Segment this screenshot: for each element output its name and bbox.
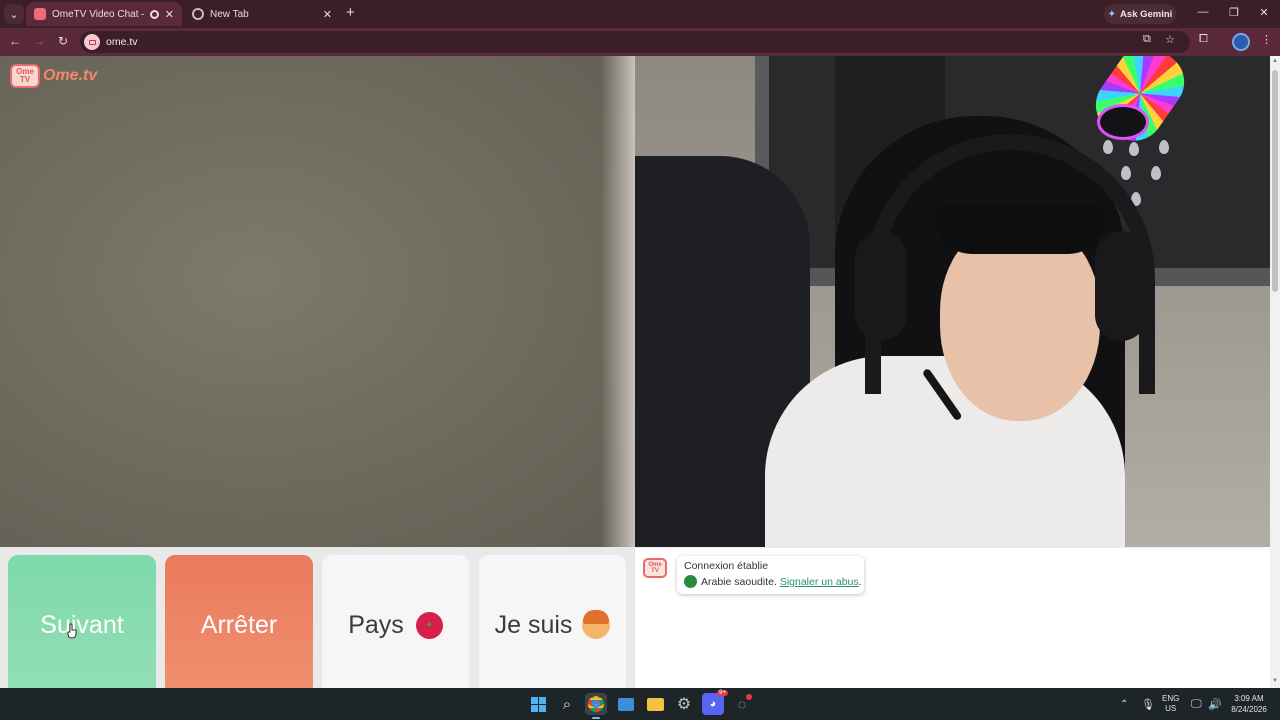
scroll-down-icon[interactable]: ▼ <box>1271 678 1279 684</box>
extensions-icon[interactable]: ⧠ <box>1199 33 1208 46</box>
system-message: Connexion établie Arabie saoudite. Signa… <box>677 556 864 594</box>
message-period: . <box>858 575 862 588</box>
lang-line2: US <box>1165 704 1177 713</box>
ometv-page: Ome TV Ome.tv Suivant Arrêter Pays ✦ Je … <box>0 56 1280 695</box>
windows-taskbar: ⌕ ⚙ ◕ 9+ ◌ ⌃ 🎙 ENG US 🖵 🔊 3:09 AM 8/24/2… <box>0 688 1280 720</box>
profile-avatar[interactable] <box>1232 33 1250 51</box>
chrome-icon[interactable] <box>585 693 607 715</box>
chrome-favicon-icon <box>192 8 204 20</box>
chat-ometv-icon: Ome TV <box>643 558 667 578</box>
mouse-cursor-icon <box>67 623 77 639</box>
tray-chevron-icon[interactable]: ⌃ <box>1120 688 1128 720</box>
self-video-feed: Ome TV Ome.tv <box>0 56 635 547</box>
discord-badge: 9+ <box>717 690 728 696</box>
ometv-logo[interactable]: Ome TV Ome.tv <box>10 64 97 88</box>
ask-gemini-label: Ask Gemini <box>1120 8 1173 20</box>
url-text: ome.tv <box>106 36 138 48</box>
next-button-label: Suivant <box>40 611 124 639</box>
record-icon <box>149 9 159 19</box>
stranger-video-feed <box>635 56 1270 547</box>
back-icon[interactable]: ← <box>7 34 23 48</box>
clock[interactable]: 3:09 AM 8/24/2026 <box>1226 688 1272 720</box>
reload-icon[interactable]: ↻ <box>55 34 71 48</box>
scrollbar-thumb[interactable] <box>1272 70 1278 292</box>
tab-close-icon[interactable]: ✕ <box>165 8 174 21</box>
video-lamp-ring <box>1097 104 1149 140</box>
saudi-flag-icon <box>684 575 697 588</box>
tab-close-icon[interactable]: ✕ <box>323 8 332 21</box>
stop-button-label: Arrêter <box>200 611 278 639</box>
video-edge-shade <box>601 56 635 547</box>
country-button[interactable]: Pays ✦ <box>322 555 469 695</box>
country-button-label: Pays <box>348 611 404 639</box>
report-abuse-link[interactable]: Signaler un abus <box>780 576 859 588</box>
discord-icon[interactable]: ◕ 9+ <box>702 690 728 715</box>
app-icon[interactable]: ◌ <box>731 693 753 715</box>
minimize-button[interactable]: — <box>1193 6 1213 18</box>
tab-ometv[interactable]: OmeTV Video Chat — Omegl ✕ <box>26 2 182 26</box>
connection-status: Connexion établie <box>684 560 769 572</box>
clock-time: 3:09 AM <box>1234 694 1264 703</box>
tab-title: New Tab <box>210 8 249 20</box>
language-indicator[interactable]: ENG US <box>1162 688 1179 720</box>
gemini-spark-icon: ✦ <box>1107 8 1117 20</box>
microphone-icon[interactable]: 🎙 <box>1141 688 1155 720</box>
chrome-active-indicator <box>592 717 600 719</box>
volume-icon[interactable]: 🔊 <box>1208 688 1222 720</box>
country-flag-icon: ✦ <box>415 612 443 639</box>
clock-date: 8/24/2026 <box>1231 705 1267 714</box>
browser-tab-strip: ⌄ OmeTV Video Chat — Omegl ✕ New Tab ✕ +… <box>0 0 1280 28</box>
window-close-button[interactable]: ✕ <box>1254 6 1274 19</box>
network-icon[interactable]: 🖵 <box>1191 688 1202 720</box>
settings-icon[interactable]: ⚙ <box>673 693 695 715</box>
page-scrollbar[interactable]: ▲ ▼ <box>1270 56 1280 688</box>
new-tab-button[interactable]: + <box>346 5 355 21</box>
site-info-icon[interactable] <box>84 34 100 50</box>
partner-country: Arabie saoudite. <box>701 575 777 588</box>
logo-tv-icon: Ome TV <box>10 64 40 88</box>
logo-badge-line2: TV <box>19 75 31 84</box>
file-explorer-icon[interactable] <box>644 693 666 715</box>
forward-icon[interactable]: → <box>31 34 47 48</box>
gender-button[interactable]: Je suis <box>479 555 626 695</box>
menu-dots-icon[interactable]: ⋮ <box>1261 33 1272 46</box>
ask-gemini-button[interactable]: ✦ Ask Gemini <box>1104 4 1176 24</box>
lang-line1: ENG <box>1162 694 1180 703</box>
ometv-favicon-icon <box>34 8 46 20</box>
gender-button-label: Je suis <box>494 611 573 639</box>
screen: ⌄ OmeTV Video Chat — Omegl ✕ New Tab ✕ +… <box>0 0 1280 720</box>
chat-logo-line2: TV <box>651 568 659 574</box>
tab-title: OmeTV Video Chat — Omegl <box>52 8 144 20</box>
chat-panel: Ome TV Connexion établie Arabie saoudite.… <box>635 547 1263 688</box>
address-bar[interactable]: ome.tv <box>80 31 1190 53</box>
search-icon[interactable]: ⌕ <box>556 693 578 715</box>
video-sunglasses <box>935 206 1105 254</box>
cast-icon[interactable]: ⧉ <box>1143 33 1151 46</box>
windows-start-icon[interactable] <box>527 693 549 715</box>
bookmark-star-icon[interactable]: ☆ <box>1165 33 1175 46</box>
controls-panel: Suivant Arrêter Pays ✦ Je suis <box>0 547 635 695</box>
tab-new-tab[interactable]: New Tab ✕ <box>184 2 340 26</box>
restore-button[interactable]: ❐ <box>1224 6 1244 19</box>
logo-text: Ome.tv <box>43 67 98 84</box>
task-view-icon[interactable] <box>615 693 637 715</box>
tab-search-icon[interactable]: ⌄ <box>4 4 24 24</box>
browser-toolbar: ← → ↻ ome.tv ⧉ ☆ ⧠ ⋮ <box>0 28 1280 56</box>
stop-button[interactable]: Arrêter <box>165 555 313 695</box>
boy-emoji-icon <box>582 610 611 639</box>
scroll-up-icon[interactable]: ▲ <box>1271 58 1279 64</box>
next-button[interactable]: Suivant <box>8 555 156 695</box>
